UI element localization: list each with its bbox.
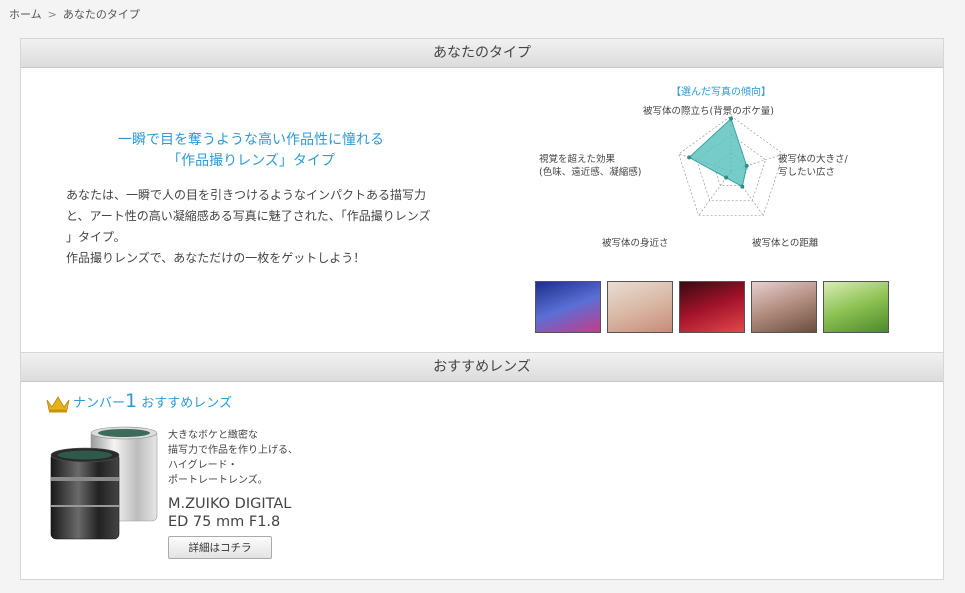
- raindrop-bokeh-thumbnail[interactable]: [679, 281, 745, 333]
- radar-chart: 【選んだ写真の傾向】 被写体の際立ち(背景のボケ量) 被写体の大きさ/写したい広…: [521, 83, 921, 258]
- radar-value-area: [688, 117, 748, 188]
- type-title-line1: 一瞬で目を奪うような高い作品性に憧れる: [118, 132, 384, 148]
- type-title-line2: 「作品撮りレンズ」タイプ: [167, 153, 335, 169]
- radar-point: [740, 184, 745, 189]
- pampas-grass-thumbnail[interactable]: [607, 281, 673, 333]
- lens-desc-line1: 大きなボケと緻密な: [168, 430, 258, 441]
- radar-label-size: 被写体の大きさ/写したい広さ: [778, 154, 848, 178]
- lens-name: M.ZUIKO DIGITAL ED 75 mm F1.8: [168, 495, 291, 531]
- radar-label-distance: 被写体との距離: [752, 238, 819, 249]
- type-panel: あなたのタイプ 一瞬で目を奪うような高い作品性に憧れる 「作品撮りレンズ」タイプ…: [20, 38, 944, 354]
- radar-point: [724, 175, 729, 180]
- rank-prefix: ナンバー: [73, 396, 126, 411]
- breadcrumb-separator: >: [47, 8, 57, 21]
- crown-icon: [46, 396, 70, 413]
- lens-desc-line3: ハイグレード・: [168, 460, 238, 471]
- type-desc-line4: 作品撮りレンズで、あなただけの一枚をゲットしよう！: [66, 251, 366, 265]
- detail-button[interactable]: 詳細はコチラ: [168, 536, 272, 559]
- type-panel-heading: あなたのタイプ: [21, 39, 943, 68]
- rank-heading: ナンバー1 おすすめレンズ: [73, 390, 232, 412]
- type-desc-line3: 」タイプ。: [66, 230, 126, 244]
- lens-name-line2: ED 75 mm F1.8: [168, 514, 281, 530]
- lens-desc-line2: 描写力で作品を作り上げる、: [168, 445, 298, 456]
- sunset-sea-thumbnail[interactable]: [535, 281, 601, 333]
- lens-product-image: [50, 426, 158, 540]
- breadcrumb-current: あなたのタイプ: [62, 8, 140, 21]
- squirrel-blossom-thumbnail[interactable]: [751, 281, 817, 333]
- radar-label-effect: 視覚を超えた効果 (色味、遠近感、凝縮感): [539, 154, 642, 178]
- breadcrumb-home-link[interactable]: ホーム: [9, 8, 42, 21]
- rank-suffix: おすすめレンズ: [137, 396, 232, 411]
- radar-point: [744, 163, 749, 168]
- type-title: 一瞬で目を奪うような高い作品性に憧れる 「作品撮りレンズ」タイプ: [21, 130, 481, 172]
- recommend-panel-heading: おすすめレンズ: [21, 353, 943, 382]
- radar-label-familiarity: 被写体の身近さ: [602, 238, 669, 249]
- radar-label-isolation: 被写体の際立ち(背景のボケ量): [643, 106, 774, 117]
- recommend-panel: おすすめレンズ ナンバー1 おすすめレンズ 大きなボケと緻密な 描写力で作品を作…: [20, 352, 944, 580]
- radar-point: [687, 155, 692, 160]
- type-desc-line2: と、アート性の高い凝縮感ある写真に魅了された、「作品撮りレンズ: [66, 209, 431, 223]
- rank-number: 1: [125, 390, 138, 412]
- lens-description: 大きなボケと緻密な 描写力で作品を作り上げる、 ハイグレード・ ポートレートレン…: [168, 428, 298, 488]
- type-description: あなたは、一瞬で人の目を引きつけるようなインパクトある描写力 と、アート性の高い…: [66, 185, 446, 269]
- breadcrumb: ホーム > あなたのタイプ: [9, 6, 140, 22]
- lens-desc-line4: ポートレートレンズ。: [168, 475, 268, 486]
- green-leaves-thumbnail[interactable]: [823, 281, 889, 333]
- lens-name-line1: M.ZUIKO DIGITAL: [168, 496, 292, 512]
- type-desc-line1: あなたは、一瞬で人の目を引きつけるようなインパクトある描写力: [66, 188, 427, 202]
